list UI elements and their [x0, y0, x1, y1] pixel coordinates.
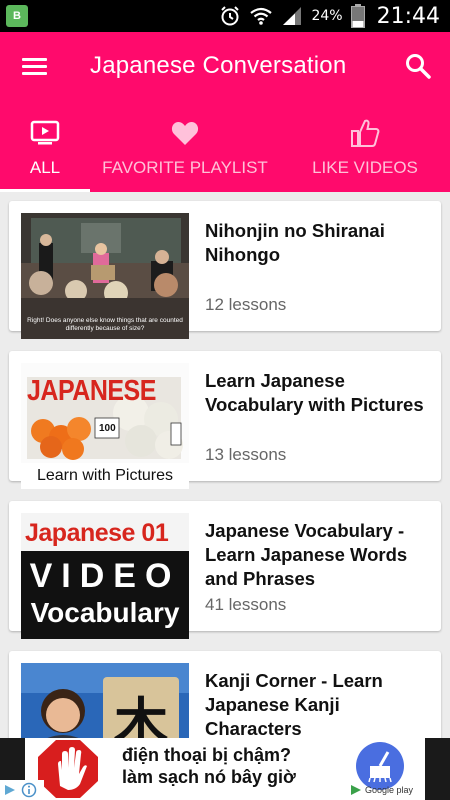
ad-line-2: làm sạch nó bây giờ	[122, 767, 296, 787]
playlist-thumbnail: JAPANESE 100 Learn with Pictures	[21, 363, 189, 489]
playlist-thumbnail: Japanese 01 VIDEO Vocabulary	[21, 513, 189, 639]
app-title: Japanese Conversation	[90, 52, 347, 79]
hamburger-icon	[22, 58, 47, 61]
play-store-icon	[351, 785, 361, 795]
lesson-count: 41 lessons	[205, 595, 287, 614]
google-play-badge[interactable]: Google play	[350, 782, 420, 798]
alarm-icon	[221, 6, 240, 26]
wifi-icon	[250, 7, 273, 25]
app-bar: Japanese Conversation ALL FAVORITE PLAYL…	[0, 32, 450, 192]
tab-favorite-playlist[interactable]: FAVORITE PLAYLIST	[90, 112, 280, 192]
heart-icon	[171, 122, 199, 145]
thumbs-up-icon	[351, 119, 380, 147]
playlist-title: Learn Japanese Vocabulary with Pictures	[205, 370, 424, 415]
playlist-card[interactable]: JAPANESE 100 Learn with Pictures Learn J…	[9, 351, 441, 489]
playlist-thumbnail: Right! Does anyone else know things that…	[21, 213, 189, 339]
status-bar: B 24% 21:44	[0, 0, 450, 32]
search-icon[interactable]	[404, 52, 432, 80]
battery-percent: 24%	[311, 8, 343, 24]
signal-icon	[283, 7, 302, 25]
thumbnail-video-word: VIDEO	[29, 557, 181, 595]
tab-favorite-label: FAVORITE PLAYLIST	[102, 158, 268, 177]
lesson-count: 12 lessons	[205, 295, 287, 314]
info-icon	[21, 782, 37, 798]
app-screen: B 24% 21:44 Japanese Conversation ALL FA…	[0, 0, 450, 800]
play-arrow-icon	[5, 785, 15, 795]
thumbnail-heading: Japanese 01	[25, 519, 169, 547]
playlist-card[interactable]: 木 1 Kanji Corner - Learn Japanese Kanji …	[9, 651, 441, 738]
tab-bar: ALL FAVORITE PLAYLIST LIKE VIDEOS	[0, 112, 450, 192]
tv-icon	[30, 120, 60, 145]
video-subtitle: Right! Does anyone else know things that…	[27, 317, 183, 332]
notification-app-icon: B	[6, 5, 28, 27]
tab-like-videos[interactable]: LIKE VIDEOS	[280, 112, 450, 192]
playlist-thumbnail: 木 1	[21, 663, 189, 738]
ad-headline: điện thoại bị chậm? làm sạch nó bây giờ	[122, 744, 342, 788]
playlist-title: Nihonjin no Shiranai Nihongo	[205, 220, 385, 265]
status-icons: 24% 21:44	[219, 0, 440, 32]
menu-button[interactable]	[22, 54, 48, 76]
tab-all[interactable]: ALL	[0, 112, 90, 192]
thumbnail-heading: JAPANESE	[27, 374, 156, 408]
playlist-list: Right! Does anyone else know things that…	[0, 192, 450, 738]
playlist-card[interactable]: Japanese 01 VIDEO Vocabulary Japanese Vo…	[9, 501, 441, 639]
thumbnail-caption: Learn with Pictures	[21, 463, 189, 489]
thumbnail-price-tag: 100	[99, 423, 116, 434]
ad-line-1: điện thoại bị chậm?	[122, 745, 292, 765]
tab-like-label: LIKE VIDEOS	[312, 158, 418, 177]
playlist-title: Kanji Corner - Learn Japanese Kanji Char…	[205, 670, 383, 738]
playlist-title: Japanese Vocabulary - Learn Japanese Wor…	[205, 520, 408, 589]
stop-hand-icon	[38, 740, 98, 798]
playlist-card[interactable]: Right! Does anyone else know things that…	[9, 201, 441, 339]
store-label: Google play	[365, 785, 414, 795]
tab-all-label: ALL	[29, 158, 61, 177]
ad-choices[interactable]	[0, 780, 44, 800]
thumbnail-vocab-word: Vocabulary	[30, 597, 180, 628]
thumbnail-kanji: 木	[114, 692, 168, 738]
battery-icon	[350, 4, 365, 28]
ad-banner[interactable]: điện thoại bị chậm? làm sạch nó bây giờ …	[0, 738, 450, 800]
clock: 21:44	[376, 3, 440, 29]
lesson-count: 13 lessons	[205, 445, 287, 464]
